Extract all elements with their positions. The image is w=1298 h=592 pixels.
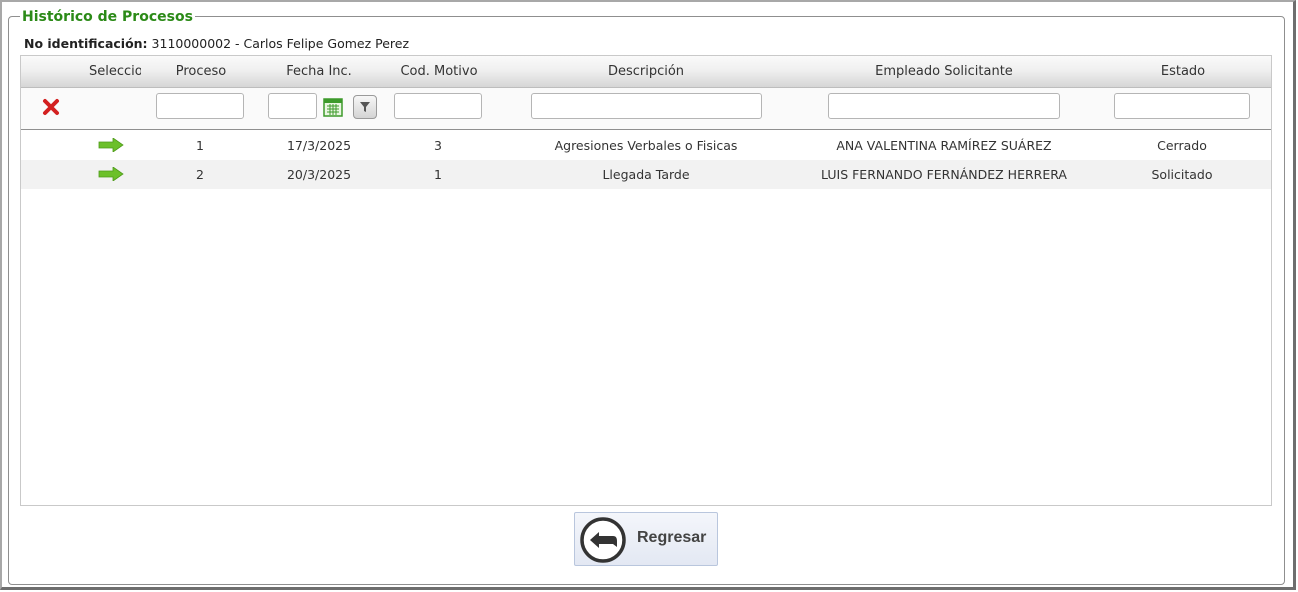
cod-motivo-filter-input[interactable]: [394, 93, 482, 119]
column-header-fecha[interactable]: Fecha Inc.: [269, 64, 369, 79]
empleado-filter-input[interactable]: [828, 93, 1060, 119]
column-header-estado[interactable]: Estado: [1133, 64, 1233, 79]
cell-cod-motivo: 1: [434, 167, 442, 182]
descripcion-filter-input[interactable]: [531, 93, 762, 119]
column-header-empleado[interactable]: Empleado Solicitante: [834, 64, 1054, 79]
cell-descripcion: Llegada Tarde: [602, 167, 690, 182]
table-row[interactable]: 1 17/3/2025 3 Agresiones Verbales o Fisi…: [21, 131, 1271, 160]
estado-filter-input[interactable]: [1114, 93, 1250, 119]
identification-label: No identificación:: [24, 36, 148, 51]
column-header-cod-motivo[interactable]: Cod. Motivo: [389, 64, 489, 79]
cell-proceso: 2: [196, 167, 204, 182]
cell-cod-motivo: 3: [434, 138, 442, 153]
cell-fecha: 17/3/2025: [286, 138, 352, 153]
back-arrow-icon: [580, 517, 626, 563]
date-filter-button[interactable]: [353, 95, 377, 119]
cell-proceso: 1: [196, 138, 204, 153]
cell-fecha: 20/3/2025: [286, 167, 352, 182]
cell-descripcion: Agresiones Verbales o Fisicas: [554, 138, 738, 153]
cell-estado: Solicitado: [1151, 167, 1213, 182]
fecha-filter-input[interactable]: [268, 93, 317, 119]
proceso-filter-input[interactable]: [156, 93, 244, 119]
process-grid: Seleccior Proceso Fecha Inc. Cod. Motivo…: [20, 55, 1272, 506]
filter-icon: [360, 102, 370, 112]
arrow-right-icon[interactable]: [98, 167, 124, 181]
grid-header: Seleccior Proceso Fecha Inc. Cod. Motivo…: [21, 56, 1271, 88]
calendar-icon[interactable]: [323, 97, 343, 117]
back-button[interactable]: Regresar: [574, 512, 718, 566]
column-header-descripcion[interactable]: Descripción: [546, 64, 746, 79]
back-button-label: Regresar: [637, 529, 707, 546]
cell-empleado: ANA VALENTINA RAMÍREZ SUÁREZ: [836, 138, 1052, 153]
table-row[interactable]: 2 20/3/2025 1 Llegada Tarde LUIS FERNAND…: [21, 160, 1271, 189]
identification-value: 3110000002 - Carlos Felipe Gomez Perez: [151, 36, 410, 51]
cell-estado: Cerrado: [1157, 138, 1207, 153]
filter-row: [21, 88, 1271, 130]
identification-line: No identificación: 3110000002 - Carlos F…: [24, 36, 409, 52]
cell-empleado: LUIS FERNANDO FERNÁNDEZ HERRERA: [821, 167, 1067, 182]
panel-title: Histórico de Procesos: [20, 8, 195, 26]
clear-filter-icon[interactable]: [42, 98, 60, 116]
arrow-right-icon[interactable]: [98, 138, 124, 152]
column-header-proceso[interactable]: Proceso: [161, 64, 241, 79]
column-header-select[interactable]: Seleccior: [89, 64, 141, 79]
